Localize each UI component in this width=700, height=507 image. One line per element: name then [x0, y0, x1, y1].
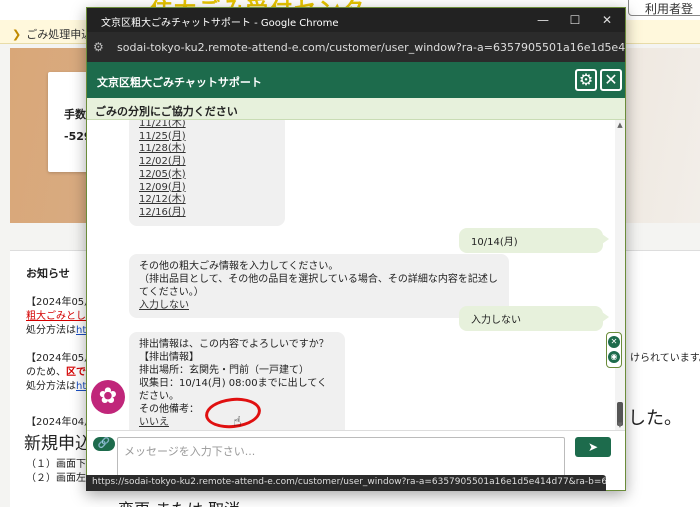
- user-reply-no-input: 入力しない: [459, 306, 609, 331]
- flower-icon: ✿: [91, 380, 125, 414]
- notice-line: 【2024年04月: [26, 417, 95, 428]
- paper-plane-icon[interactable]: ➤: [575, 437, 611, 457]
- pointer-cursor-icon: ☝: [233, 414, 242, 430]
- date-option[interactable]: 12/02(月): [139, 156, 275, 169]
- sub-line: （２）画面左: [26, 473, 86, 484]
- notice-line: 処分方法は: [26, 381, 76, 392]
- notice-tail-big: した。: [628, 408, 682, 429]
- confirm-question: 排出情報は、この内容でよろしいですか？: [139, 339, 329, 350]
- maximize-icon[interactable]: ☐: [561, 10, 589, 30]
- close-window-icon[interactable]: ✕: [593, 10, 621, 30]
- sub-line: （１）画面下: [26, 459, 86, 470]
- notice-line: 処分方法は: [26, 325, 76, 336]
- close-icon[interactable]: ✕: [600, 69, 622, 91]
- other-info-detail: （排出品目として、その他の品目を選択している場合、その詳細な内容を記述してくださ…: [139, 274, 498, 298]
- message-list[interactable]: 11/21(木) 11/25(月) 11/28(木) 12/02(月) 12/0…: [87, 120, 615, 430]
- user-reply-date: 10/14(月): [459, 228, 609, 253]
- address-url[interactable]: sodai-tokyo-ku2.remote-attend-e.com/cust…: [117, 41, 625, 54]
- notice-line: 【2024年05月: [26, 353, 95, 364]
- date-options-bubble: 11/21(木) 11/25(月) 11/28(木) 12/02(月) 12/0…: [129, 120, 285, 226]
- date-option[interactable]: 12/16(月): [139, 207, 275, 220]
- close-icon[interactable]: ✕: [608, 336, 620, 348]
- date-option[interactable]: 11/25(月): [139, 131, 275, 144]
- confirm-section: 【排出情報】: [139, 352, 199, 363]
- notice-tail-text: けられています。: [630, 353, 700, 364]
- chat-title: 文京区粗大ごみチャットサポート: [97, 76, 262, 89]
- gear-icon[interactable]: ⚙: [575, 69, 597, 91]
- breadcrumb-label: ごみ処理申込: [26, 28, 93, 41]
- confirm-location: 排出場所：玄関先・門前（一戸建て）: [139, 365, 309, 376]
- date-option[interactable]: 12/05(木): [139, 169, 275, 182]
- other-info-prompt: その他の粗大ごみ情報を入力してください。: [139, 261, 339, 272]
- minimize-icon[interactable]: —: [529, 10, 557, 30]
- notice-line: 【2024年05月: [26, 297, 95, 308]
- chat-subheader: ごみの分別にご協力ください: [87, 98, 625, 120]
- user-registration-button[interactable]: 利用者登: [628, 0, 700, 16]
- new-application-heading: 新規申込: [24, 434, 92, 454]
- other-info-bubble: その他の粗大ごみ情報を入力してください。 （排出品目として、その他の品目を選択し…: [129, 254, 509, 318]
- chat-popup-window: 文京区粗大ごみチャットサポート - Google Chrome — ☐ ✕ ⚙ …: [86, 7, 626, 491]
- change-cancel-text: 変更 または 取消 ...: [118, 496, 261, 507]
- window-titlebar[interactable]: 文京区粗大ごみチャットサポート - Google Chrome — ☐ ✕: [87, 8, 625, 32]
- site-info-icon[interactable]: ⚙: [93, 39, 109, 55]
- scroll-down-icon[interactable]: ▼: [615, 420, 625, 430]
- chat-bubble-icon[interactable]: ◉: [608, 351, 620, 363]
- status-url-bar: https://sodai-tokyo-ku2.remote-attend-e.…: [86, 475, 606, 491]
- date-option[interactable]: 11/21(木): [139, 120, 275, 131]
- scrollbar[interactable]: ▲ ▼: [615, 120, 625, 430]
- window-title: 文京区粗大ごみチャットサポート - Google Chrome: [101, 18, 339, 29]
- address-bar[interactable]: ⚙ sodai-tokyo-ku2.remote-attend-e.com/cu…: [87, 32, 625, 62]
- date-option[interactable]: 12/12(木): [139, 194, 275, 207]
- chat-header: 文京区粗大ごみチャットサポート ⚙ ✕: [87, 62, 625, 98]
- no-input-link[interactable]: 入力しない: [139, 300, 189, 311]
- side-widget-tab[interactable]: ✕ ◉: [606, 332, 622, 368]
- date-option[interactable]: 12/09(月): [139, 182, 275, 195]
- date-option[interactable]: 11/28(木): [139, 143, 275, 156]
- notice-link[interactable]: 粗大ごみとし: [26, 307, 86, 322]
- chevron-right-icon: ❯: [12, 28, 22, 41]
- link-icon[interactable]: 🔗: [93, 437, 115, 451]
- scroll-up-icon[interactable]: ▲: [615, 120, 625, 130]
- notice-title: お知らせ: [26, 267, 70, 280]
